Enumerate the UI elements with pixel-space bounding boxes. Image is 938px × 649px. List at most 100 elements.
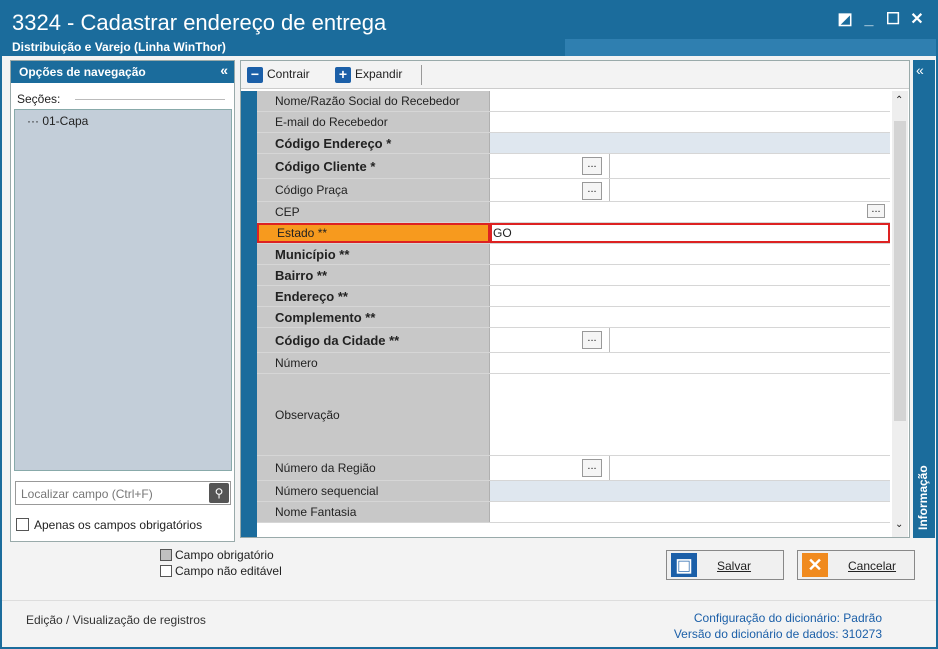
info-panel-label: Informação xyxy=(916,465,930,530)
scroll-up-icon[interactable]: ⌃ xyxy=(895,95,903,106)
field-value-input[interactable] xyxy=(490,91,890,111)
field-row[interactable]: Nome/Razão Social do Recebedor xyxy=(257,91,890,112)
title-bar: 3324 - Cadastrar endereço de entrega Dis… xyxy=(2,2,936,56)
tree-item-label: 01-Capa xyxy=(42,114,89,128)
toolbar-divider xyxy=(421,65,422,85)
field-value-input[interactable] xyxy=(490,244,890,264)
field-value-input[interactable] xyxy=(490,133,890,153)
property-grid: Nome/Razão Social do Recebedor E-mail do … xyxy=(257,91,890,537)
field-value-input[interactable] xyxy=(490,286,890,306)
field-row[interactable]: Número da Região... xyxy=(257,456,890,481)
field-label: Número da Região xyxy=(257,456,490,480)
field-label: Complemento ** xyxy=(257,307,490,327)
legend-required-label: Campo obrigatório xyxy=(175,548,274,562)
status-footer: Edição / Visualização de registros Confi… xyxy=(2,600,936,647)
app-window: 3324 - Cadastrar endereço de entrega Dis… xyxy=(0,0,938,649)
field-row[interactable]: Estado ** GO xyxy=(257,223,890,244)
field-label: Município ** xyxy=(257,244,490,264)
navigation-header: Opções de navegação « xyxy=(11,61,234,83)
field-label: Número xyxy=(257,353,490,373)
form-toolbar: − Contrair + Expandir xyxy=(241,61,909,89)
grid-scrollbar[interactable]: ⌃ ⌄ xyxy=(892,91,908,537)
lookup-ellipsis-button[interactable]: ... xyxy=(867,204,885,218)
lookup-ellipsis-button[interactable]: ... xyxy=(582,459,602,477)
field-label: Código Praça xyxy=(257,179,490,201)
field-row[interactable]: Número sequencial xyxy=(257,481,890,502)
lookup-ellipsis-button[interactable]: ... xyxy=(582,331,602,349)
field-label: Bairro ** xyxy=(257,265,490,285)
lookup-divider xyxy=(609,154,610,178)
field-label: Código Cliente * xyxy=(257,154,490,178)
field-value-input[interactable] xyxy=(490,112,890,132)
search-icon[interactable]: ⚲ xyxy=(209,483,229,503)
tree-connector: ··· xyxy=(27,114,43,128)
field-row[interactable]: Código da Cidade **... xyxy=(257,328,890,353)
close-icon[interactable]: ✕ xyxy=(906,10,928,30)
cancel-button[interactable]: ✕ Cancelar xyxy=(797,550,915,580)
scrollbar-thumb[interactable] xyxy=(894,121,906,421)
tree-item-capa[interactable]: ··· 01-Capa xyxy=(27,114,88,128)
grid-side-bar xyxy=(241,91,257,537)
field-row[interactable]: Número xyxy=(257,353,890,374)
save-button[interactable]: ▣ Salvar xyxy=(666,550,784,580)
field-value-input[interactable] xyxy=(490,202,890,222)
field-value-input[interactable] xyxy=(490,307,890,327)
expand-button[interactable]: + Expandir xyxy=(335,67,402,83)
field-value-input[interactable] xyxy=(490,154,890,178)
field-row[interactable]: Código Endereço * xyxy=(257,133,890,154)
window-title: 3324 - Cadastrar endereço de entrega xyxy=(12,10,387,35)
field-row[interactable]: E-mail do Recebedor xyxy=(257,112,890,133)
field-value-input[interactable] xyxy=(490,265,890,285)
only-required-checkbox[interactable] xyxy=(16,518,29,531)
only-required-label: Apenas os campos obrigatórios xyxy=(34,518,203,532)
field-label: E-mail do Recebedor xyxy=(257,112,490,132)
footer-dict-config: Configuração do dicionário: Padrão xyxy=(693,611,882,625)
field-value-input[interactable] xyxy=(490,456,890,480)
lookup-ellipsis-button[interactable]: ... xyxy=(582,157,602,175)
restore-icon[interactable]: ◩ xyxy=(834,10,856,30)
field-row[interactable]: Código Praça... xyxy=(257,179,890,202)
field-row[interactable]: Endereço ** xyxy=(257,286,890,307)
field-row[interactable]: CEP... xyxy=(257,202,890,223)
field-row[interactable]: Município ** xyxy=(257,244,890,265)
footer-mode: Edição / Visualização de registros xyxy=(26,613,206,627)
field-value-input[interactable]: GO xyxy=(490,223,890,243)
lookup-divider xyxy=(609,179,610,201)
field-row[interactable]: Complemento ** xyxy=(257,307,890,328)
field-value-input[interactable] xyxy=(490,353,890,373)
field-row[interactable]: Observação xyxy=(257,374,890,456)
field-row[interactable]: Nome Fantasia xyxy=(257,502,890,523)
field-label: Número sequencial xyxy=(257,481,490,501)
field-value-input[interactable] xyxy=(490,374,890,455)
field-search-input[interactable]: Localizar campo (Ctrl+F) ⚲ xyxy=(15,481,231,505)
field-label: Nome/Razão Social do Recebedor xyxy=(257,91,490,111)
lookup-divider xyxy=(609,456,610,480)
field-value-input[interactable] xyxy=(490,328,890,352)
scroll-down-icon[interactable]: ⌄ xyxy=(895,519,903,530)
not-editable-swatch xyxy=(160,565,172,577)
field-value-input[interactable] xyxy=(490,481,890,501)
field-row[interactable]: Bairro ** xyxy=(257,265,890,286)
title-decoration xyxy=(565,39,936,56)
field-row[interactable]: Código Cliente *... xyxy=(257,154,890,179)
minimize-icon[interactable]: _ xyxy=(858,10,880,30)
info-side-panel[interactable]: « Informação xyxy=(913,60,935,538)
collapse-info-icon[interactable]: « xyxy=(916,62,924,78)
form-panel: − Contrair + Expandir Nome/Razão Social do… xyxy=(240,60,910,538)
field-value-input[interactable] xyxy=(490,179,890,201)
collapse-button[interactable]: − Contrair xyxy=(247,67,310,83)
field-value-input[interactable] xyxy=(490,502,890,522)
lookup-ellipsis-button[interactable]: ... xyxy=(582,182,602,200)
legend-required: Campo obrigatório xyxy=(160,548,274,562)
sections-divider xyxy=(75,99,225,100)
legend-not-editable: Campo não editável xyxy=(160,564,282,578)
cancel-icon: ✕ xyxy=(802,553,828,577)
search-placeholder: Localizar campo (Ctrl+F) xyxy=(21,487,153,501)
cancel-label: Cancelar xyxy=(848,559,897,573)
collapse-nav-icon[interactable]: « xyxy=(220,62,228,78)
save-icon: ▣ xyxy=(671,553,697,577)
required-swatch xyxy=(160,549,172,561)
maximize-icon[interactable]: ☐ xyxy=(882,10,904,30)
minus-icon: − xyxy=(247,67,263,83)
footer-dict-version: Versão do dicionário de dados: 310273 xyxy=(673,627,882,641)
